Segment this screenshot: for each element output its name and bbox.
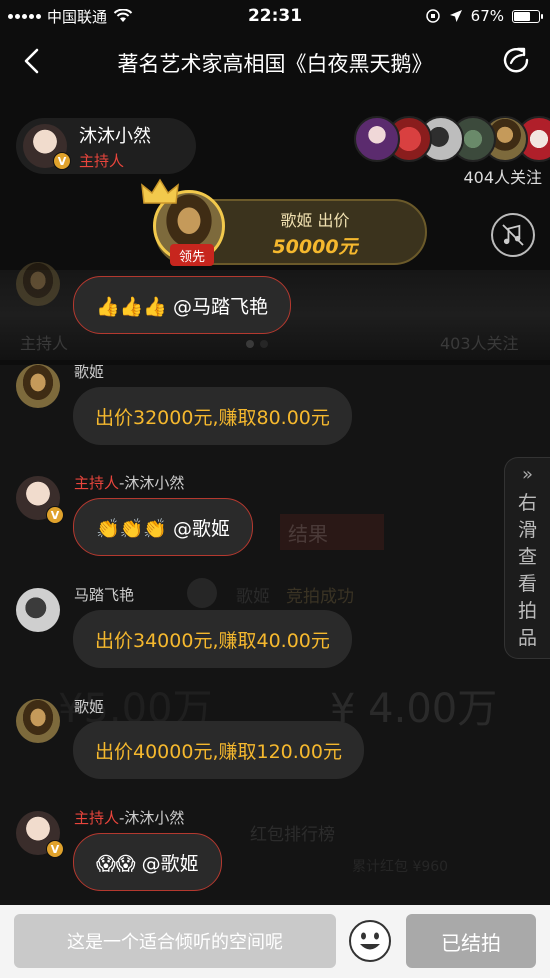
leading-bid-label: 歌姬 出价 — [280, 211, 350, 230]
auction-ended-button[interactable]: 已结拍 — [406, 914, 536, 968]
host-role: 主持人 — [79, 151, 125, 170]
host-info: 沐沐小然 主持人 — [79, 122, 151, 171]
view-lot-label: 右滑查看拍品 — [517, 492, 537, 649]
chat-bubble: 😱😱 @歌姬 — [73, 833, 222, 891]
background-price-right: ¥ 4.00万 — [330, 686, 498, 732]
message-avatar[interactable] — [16, 699, 60, 743]
message-sender: 歌姬 — [74, 363, 105, 381]
host-chip[interactable]: V 沐沐小然 主持人 — [16, 118, 196, 174]
battery-fill — [514, 11, 531, 21]
chat-bubble: 👏👏👏 @歌姬 — [73, 498, 254, 556]
view-lot-side-tab[interactable]: » 右滑查看拍品 — [504, 457, 550, 659]
verified-badge-icon: V — [46, 840, 64, 858]
chat-bubble: 出价40000元,赚取120.00元 — [73, 721, 364, 779]
background-winner-avatar — [187, 578, 217, 608]
message-sender: 歌姬 — [74, 698, 105, 716]
chat-bubble: 出价32000元,赚取80.00元 — [73, 387, 352, 445]
chat-bubble: 出价34000元,赚取40.00元 — [73, 610, 352, 668]
status-bar: 中国联通 22:31 67% — [0, 0, 550, 32]
status-right: 67% — [425, 7, 543, 25]
page-title: 著名艺术家高相国《白夜黑天鹅》 — [117, 52, 433, 76]
background-winner-status: 竞拍成功 — [286, 587, 354, 607]
message-avatar[interactable] — [16, 588, 60, 632]
nav-bar: 著名艺术家高相国《白夜黑天鹅》 — [0, 32, 550, 92]
background-ranking: 红包排行榜 — [250, 825, 335, 845]
back-chevron-icon[interactable] — [18, 46, 48, 76]
follower-avatars[interactable] — [354, 116, 550, 164]
music-mute-icon[interactable] — [491, 213, 535, 257]
verified-badge-icon: V — [53, 152, 71, 170]
battery-percent: 67% — [470, 7, 504, 25]
double-chevron-icon: » — [521, 464, 533, 485]
message-avatar[interactable] — [16, 262, 60, 306]
chat-input[interactable]: 这是一个适合倾听的空间呢 — [14, 914, 336, 968]
orientation-lock-icon — [425, 9, 440, 23]
message-sender: 马踏飞艳 — [74, 586, 135, 604]
share-icon[interactable] — [500, 44, 532, 76]
host-name: 沐沐小然 — [79, 125, 151, 147]
battery-icon — [512, 9, 543, 23]
sender-role: 主持人 — [74, 809, 120, 827]
sender-role: 主持人 — [74, 474, 120, 492]
chat-bubble: 👍👍👍 @马踏飞艳 — [73, 276, 292, 334]
verified-badge-icon: V — [46, 506, 64, 524]
sender-name: -沐沐小然 — [119, 809, 185, 827]
message-sender: 主持人-沐沐小然 — [74, 472, 184, 493]
carousel-dots — [246, 340, 268, 348]
background-winner: 歌姬 — [236, 587, 270, 607]
location-icon — [449, 10, 462, 22]
background-follow-count: 403人关注 — [440, 334, 519, 353]
message-sender: 主持人-沐沐小然 — [74, 807, 184, 828]
leading-bid-amount: 50000元 — [272, 236, 358, 258]
crown-icon — [141, 178, 179, 204]
bottom-bar: 这是一个适合倾听的空间呢 已结拍 — [0, 905, 550, 978]
background-total: 累计红包 ¥960 — [352, 859, 449, 875]
background-host-role: 主持人 — [20, 334, 69, 353]
follower-avatar[interactable] — [354, 116, 400, 162]
sender-name: -沐沐小然 — [119, 474, 185, 492]
emoji-icon[interactable] — [348, 919, 392, 963]
message-avatar[interactable] — [16, 364, 60, 408]
background-result-title: 结果 — [280, 514, 384, 550]
follower-count[interactable]: 404人关注 — [463, 164, 542, 188]
